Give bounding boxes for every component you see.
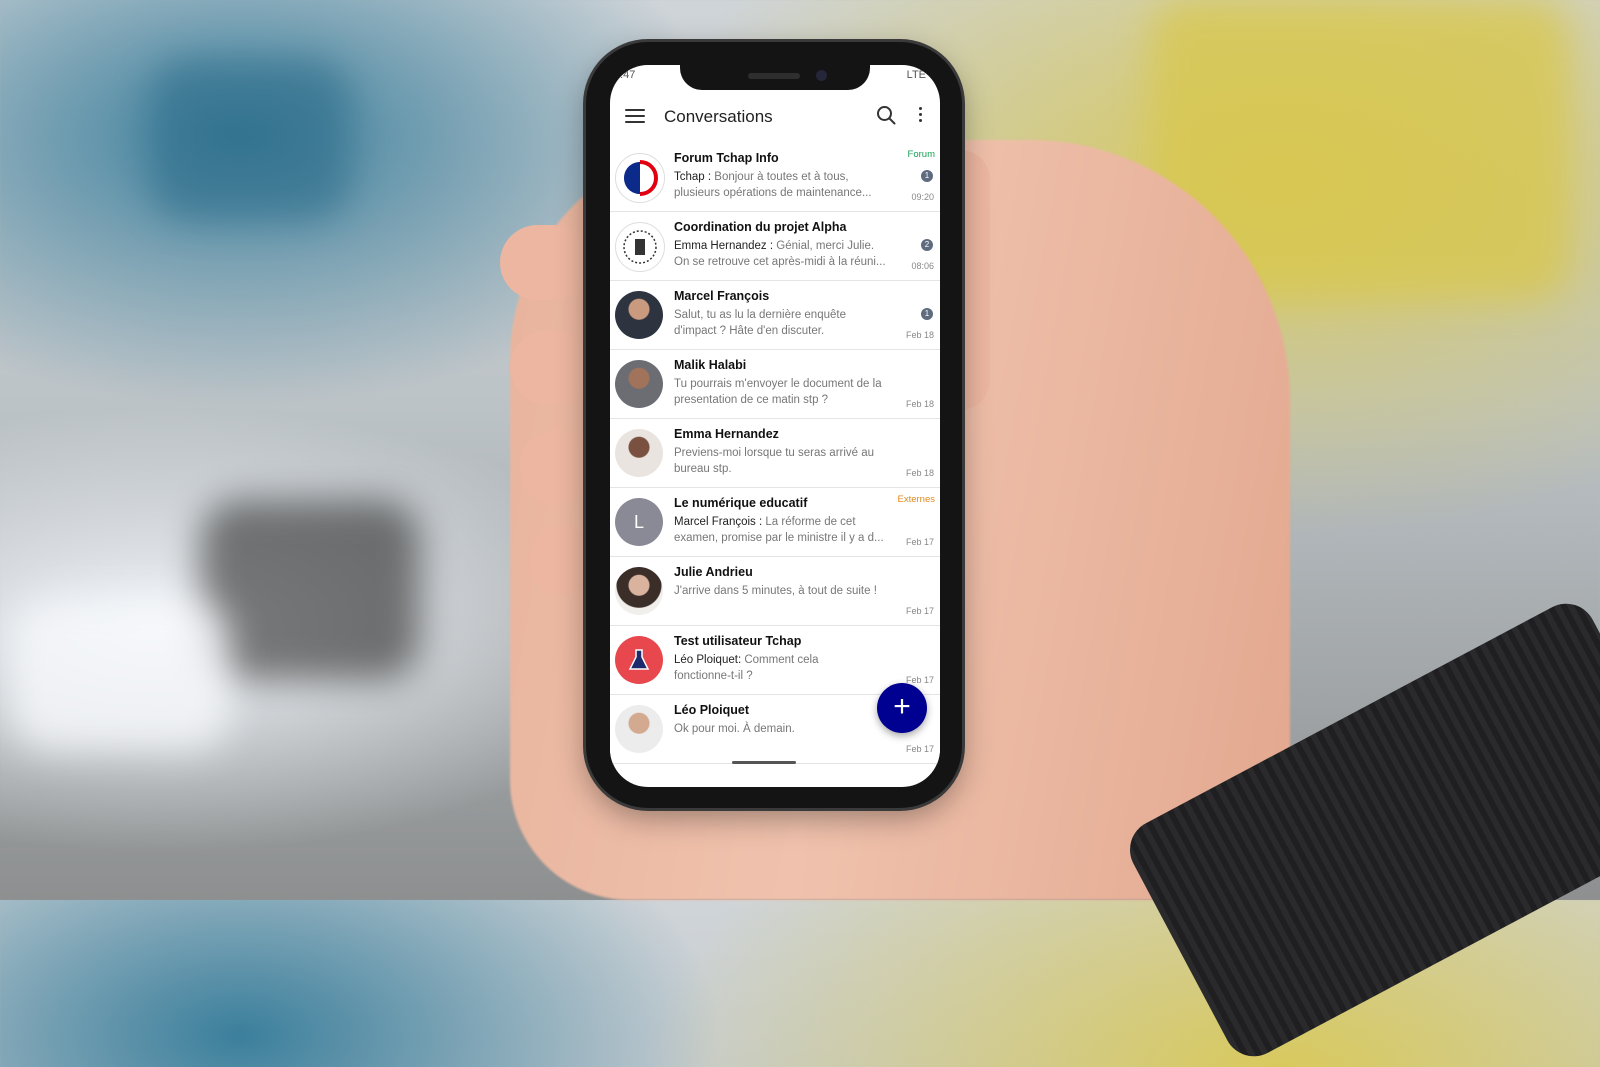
- message-preview: Léo Ploiquet: Comment cela fonctionne-t-i…: [674, 652, 890, 684]
- avatar: [615, 360, 663, 408]
- conversation-name: Le numérique educatif: [674, 496, 808, 510]
- preview-line: plusieurs opérations de maintenance...: [674, 187, 872, 199]
- conversation-row[interactable]: Marcel François Salut, tu as lu la derniè…: [610, 281, 940, 350]
- finger: [530, 525, 592, 595]
- unread-badge: 1: [921, 308, 933, 320]
- crest-icon: [623, 230, 657, 264]
- conversation-name: Test utilisateur Tchap: [674, 634, 802, 648]
- timestamp: Feb 18: [905, 399, 934, 409]
- phone-screen: 6:47 LTE Conversations Forum Tchap Info T…: [610, 65, 940, 787]
- background-blob-light: [10, 600, 230, 750]
- finger: [500, 225, 590, 300]
- message-preview: Tchap : Bonjour à toutes et à tous, plusi…: [674, 169, 890, 201]
- timestamp: Feb 17: [905, 606, 934, 616]
- timestamp: Feb 17: [905, 537, 934, 547]
- message-preview: Tu pourrais m'envoyer le document de la p…: [674, 376, 890, 408]
- page-title: Conversations: [664, 107, 773, 126]
- finger: [520, 430, 590, 505]
- unread-badge: 2: [921, 239, 933, 251]
- timestamp: Feb 17: [905, 744, 934, 754]
- preview-line: Bonjour à toutes et à tous,: [714, 171, 849, 183]
- message-preview: J'arrive dans 5 minutes, à tout de suite…: [674, 583, 890, 599]
- flask-icon: [628, 649, 650, 670]
- conversation-name: Malik Halabi: [674, 358, 747, 372]
- message-sender: Tchap :: [674, 171, 712, 183]
- conversation-row[interactable]: Forum Tchap Info Tchap : Bonjour à toutes…: [610, 143, 940, 212]
- speaker: [748, 73, 800, 79]
- home-indicator[interactable]: [732, 761, 796, 764]
- preview-line: Comment cela: [744, 654, 819, 666]
- message-preview: Previens-moi lorsque tu seras arrivé au b…: [674, 445, 890, 477]
- message-sender: Emma Hernandez :: [674, 240, 774, 252]
- preview-line: La réforme de cet: [765, 516, 856, 528]
- avatar: [615, 291, 663, 339]
- more-vert-icon[interactable]: [919, 107, 923, 125]
- avatar: [615, 567, 663, 615]
- room-type-tag: Forum: [907, 149, 935, 160]
- conversation-row[interactable]: Malik Halabi Tu pourrais m'envoyer le doc…: [610, 350, 940, 419]
- preview-line: Ok pour moi. À demain.: [674, 723, 795, 735]
- background-blob-dark: [200, 500, 420, 680]
- conversation-name: Julie Andrieu: [674, 565, 753, 579]
- timestamp: Feb 18: [905, 468, 934, 478]
- timestamp: 08:06: [911, 261, 934, 271]
- unread-badge: 1: [921, 170, 933, 182]
- preview-line: Génial, merci Julie.: [776, 240, 875, 252]
- timestamp: 09:20: [911, 192, 934, 202]
- conversation-name: Emma Hernandez: [674, 427, 779, 441]
- message-preview: Salut, tu as lu la dernière enquête d'imp…: [674, 307, 890, 339]
- message-preview: Emma Hernandez : Génial, merci Julie. On …: [674, 238, 890, 270]
- background-blob-teal: [150, 60, 350, 220]
- timestamp: Feb 18: [905, 330, 934, 340]
- conversation-row[interactable]: Emma Hernandez Previens-moi lorsque tu se…: [610, 419, 940, 488]
- app-bar: Conversations: [610, 95, 940, 139]
- preview-line: Tu pourrais m'envoyer le document de la: [674, 378, 882, 390]
- conversation-name: Forum Tchap Info: [674, 151, 779, 165]
- preview-line: On se retrouve cet après-midi à la réuni…: [674, 256, 886, 268]
- preview-line: presentation de ce matin stp ?: [674, 394, 829, 406]
- conversation-name: Coordination du projet Alpha: [674, 220, 847, 234]
- hamburger-icon[interactable]: [625, 109, 645, 123]
- avatar: [615, 429, 663, 477]
- message-preview: Ok pour moi. À demain.: [674, 721, 890, 737]
- marianne-logo-icon: [624, 160, 659, 196]
- preview-line: Salut, tu as lu la dernière enquête: [674, 309, 846, 321]
- conversation-name: Léo Ploiquet: [674, 703, 749, 717]
- search-icon[interactable]: [876, 105, 896, 125]
- conversation-row[interactable]: Coordination du projet Alpha Emma Hernand…: [610, 212, 940, 281]
- status-network: LTE: [906, 69, 926, 81]
- conversation-name: Marcel François: [674, 289, 770, 303]
- avatar: L: [615, 498, 663, 546]
- new-conversation-button[interactable]: +: [877, 683, 927, 733]
- status-time: 6:47: [614, 69, 636, 81]
- preview-line: d'impact ? Hâte d'en discuter.: [674, 325, 825, 337]
- camera: [816, 70, 827, 81]
- conversation-row[interactable]: Julie Andrieu J'arrive dans 5 minutes, à …: [610, 557, 940, 626]
- preview-line: Previens-moi lorsque tu seras arrivé au: [674, 447, 875, 459]
- avatar: [615, 705, 663, 753]
- avatar: [615, 636, 663, 684]
- room-type-tag: Externes: [897, 494, 936, 505]
- preview-line: examen, promise par le ministre il y a d…: [674, 532, 884, 544]
- message-sender: Marcel François :: [674, 516, 763, 528]
- message-preview: Marcel François : La réforme de cet exame…: [674, 514, 890, 546]
- finger: [510, 330, 590, 405]
- preview-line: bureau stp.: [674, 463, 732, 475]
- message-sender: Léo Ploiquet:: [674, 654, 742, 666]
- conversation-list: Forum Tchap Info Tchap : Bonjour à toutes…: [610, 143, 940, 764]
- avatar: [615, 222, 665, 272]
- preview-line: fonctionne-t-il ?: [674, 670, 753, 682]
- conversation-row[interactable]: L Le numérique educatif Marcel François : …: [610, 488, 940, 557]
- preview-line: J'arrive dans 5 minutes, à tout de suite…: [674, 585, 877, 597]
- avatar: [615, 153, 665, 203]
